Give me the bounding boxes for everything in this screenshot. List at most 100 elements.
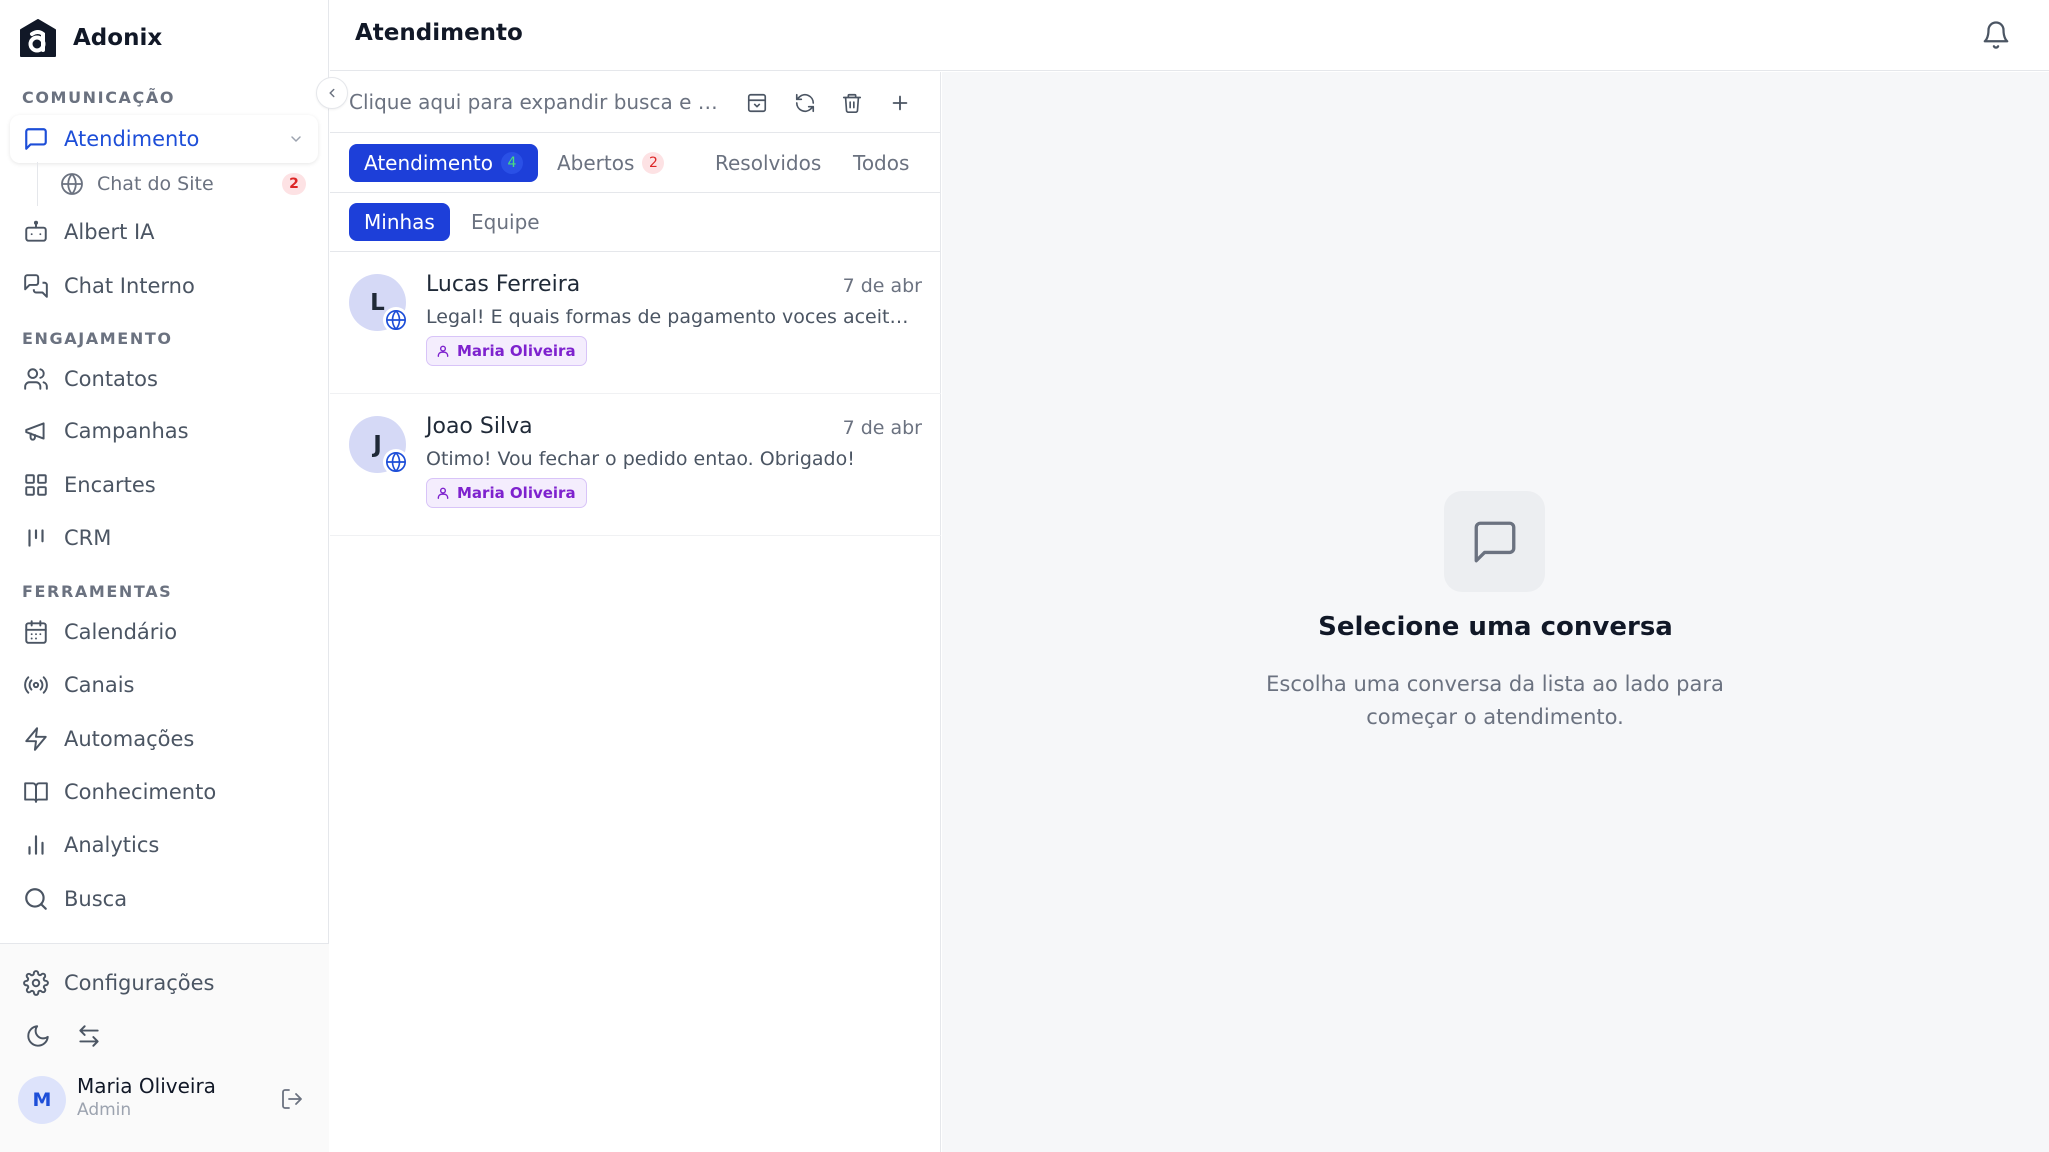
sidebar-item-label: Automações: [64, 727, 195, 751]
sidebar: Adonix COMUNICAÇÃO Atendimento Chat do S…: [0, 0, 329, 1152]
tab-label: Todos: [853, 151, 910, 175]
sidebar-item-automacoes[interactable]: Automações: [10, 715, 318, 763]
new-conversation-button[interactable]: [885, 88, 915, 118]
tab-label: Resolvidos: [715, 151, 822, 175]
sidebar-item-campanhas[interactable]: Campanhas: [10, 407, 318, 455]
sidebar-item-contatos[interactable]: Contatos: [10, 355, 318, 403]
tab-atendimento[interactable]: Atendimento 4: [349, 144, 538, 182]
conversation-detail-panel: Selecione uma conversa Escolha uma conve…: [942, 72, 2049, 1152]
messages-icon: [24, 274, 48, 298]
status-tabs: Atendimento 4 Abertos 2 Resolvidos Todos: [330, 133, 941, 193]
top-bar: Atendimento: [330, 0, 2049, 71]
channel-badge: [383, 307, 409, 333]
globe-icon: [386, 310, 406, 330]
sidebar-item-label: Conhecimento: [64, 780, 217, 804]
switch-account-button[interactable]: [73, 1020, 105, 1052]
contact-name: Lucas Ferreira: [426, 272, 581, 297]
conversation-list-panel: Clique aqui para expandir busca e filtro…: [330, 72, 941, 1152]
tab-resolvidos[interactable]: Resolvidos: [700, 144, 836, 182]
sidebar-item-label: Chat Interno: [64, 274, 195, 298]
sidebar-item-busca[interactable]: Busca: [10, 875, 318, 923]
tab-todos[interactable]: Todos: [838, 144, 924, 182]
user-avatar[interactable]: M: [18, 1076, 66, 1124]
conversation-date: 7 de abr: [842, 417, 922, 439]
message-square-icon: [25, 128, 47, 150]
sidebar-item-configuracoes[interactable]: Configurações: [10, 959, 318, 1007]
kanban-icon: [28, 529, 44, 547]
brand[interactable]: Adonix: [18, 18, 162, 58]
empty-state-title: Selecione uma conversa: [1318, 612, 1673, 642]
section-ferramentas: FERRAMENTAS: [22, 582, 173, 601]
bell-icon[interactable]: [1981, 20, 2011, 50]
user-icon: [437, 345, 449, 357]
sidebar-item-label: Analytics: [64, 833, 160, 857]
subtab-equipe[interactable]: Equipe: [456, 203, 555, 241]
message-square-icon: [1474, 521, 1515, 562]
sidebar-item-atendimento[interactable]: Atendimento: [10, 115, 318, 163]
adonix-logo-icon: [20, 19, 56, 57]
calendar-icon: [25, 620, 47, 644]
search-icon: [25, 888, 47, 910]
sidebar-item-label: CRM: [64, 526, 112, 550]
assigned-agent-tag: Maria Oliveira: [426, 336, 587, 366]
submenu-line: [37, 162, 38, 206]
chevron-left-icon: [329, 88, 335, 98]
tab-label: Atendimento: [364, 151, 493, 175]
conversation-item[interactable]: L Lucas Ferreira 7 de abr Legal! E quais…: [330, 252, 941, 394]
user-icon: [437, 487, 449, 499]
plus-icon: [892, 95, 908, 111]
page-title: Atendimento: [355, 20, 523, 46]
subtab-minhas[interactable]: Minhas: [349, 203, 450, 241]
refresh-button[interactable]: [790, 88, 820, 118]
moon-icon: [27, 1025, 49, 1047]
archive-button[interactable]: [742, 88, 772, 118]
sidebar-item-label: Calendário: [64, 620, 178, 644]
last-message: Otimo! Vou fechar o pedido entao. Obriga…: [426, 448, 855, 470]
sidebar-item-albert[interactable]: Albert IA: [10, 208, 318, 256]
sidebar-item-canais[interactable]: Canais: [10, 661, 318, 709]
sidebar-item-encartes[interactable]: Encartes: [10, 461, 318, 509]
sidebar-item-chat-interno[interactable]: Chat Interno: [10, 262, 318, 310]
sidebar-subitem-chat-site[interactable]: Chat do Site 2: [60, 166, 310, 202]
section-engajamento: ENGAJAMENTO: [22, 329, 173, 348]
sidebar-item-conhecimento[interactable]: Conhecimento: [10, 768, 318, 816]
last-message: Legal! E quais formas de pagamento voces…: [426, 306, 916, 328]
sidebar-item-analytics[interactable]: Analytics: [10, 821, 318, 869]
sidebar-item-label: Encartes: [64, 473, 156, 497]
trash-icon: [842, 93, 862, 113]
conversation-item[interactable]: J Joao Silva 7 de abr Otimo! Vou fechar …: [330, 394, 941, 536]
sidebar-item-label: Contatos: [64, 367, 158, 391]
agent-name: Maria Oliveira: [457, 342, 576, 360]
tab-count-badge: 2: [642, 152, 665, 174]
bar-chart-icon: [28, 835, 44, 855]
grid-icon: [25, 474, 47, 496]
delete-button[interactable]: [837, 88, 867, 118]
book-icon: [24, 782, 48, 803]
theme-toggle-button[interactable]: [22, 1020, 54, 1052]
user-role: Admin: [77, 1100, 132, 1120]
sidebar-item-calendario[interactable]: Calendário: [10, 608, 318, 656]
logout-button[interactable]: [276, 1083, 308, 1115]
contact-name: Joao Silva: [426, 414, 533, 439]
logout-icon: [282, 1089, 302, 1109]
ownership-tabs: Minhas Equipe: [330, 193, 941, 252]
users-icon: [24, 368, 48, 390]
unread-count-badge: 2: [282, 173, 306, 195]
zap-icon: [25, 727, 47, 751]
gear-icon: [23, 970, 49, 996]
sidebar-item-label: Atendimento: [64, 127, 200, 151]
archive-icon: [747, 93, 767, 113]
refresh-icon: [795, 93, 815, 113]
collapse-sidebar-button[interactable]: [316, 77, 348, 109]
channel-badge: [383, 449, 409, 475]
sidebar-item-label: Albert IA: [64, 220, 155, 244]
section-comunicacao: COMUNICAÇÃO: [22, 88, 176, 107]
tab-abertos[interactable]: Abertos 2: [542, 144, 679, 182]
tab-count-badge: 4: [500, 152, 523, 174]
globe-icon: [61, 173, 83, 195]
sidebar-item-label: Busca: [64, 887, 128, 911]
globe-icon: [386, 452, 406, 472]
conversation-date: 7 de abr: [842, 275, 922, 297]
search-expand-input[interactable]: Clique aqui para expandir busca e filtro…: [349, 90, 729, 114]
sidebar-item-crm[interactable]: CRM: [10, 514, 318, 562]
